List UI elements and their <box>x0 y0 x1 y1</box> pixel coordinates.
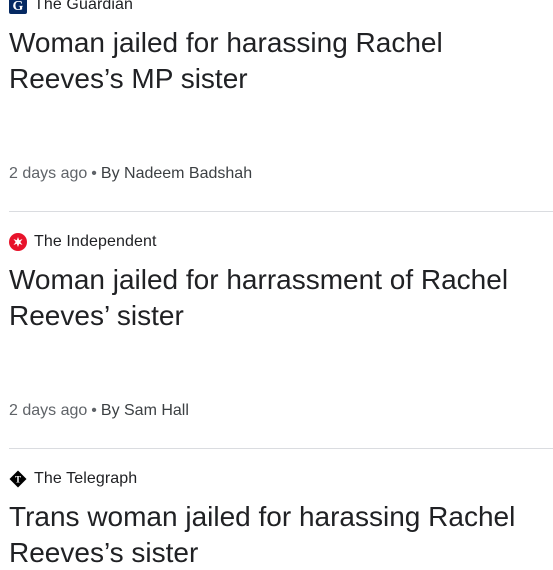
svg-text:G: G <box>13 0 24 14</box>
source-name[interactable]: The Guardian <box>34 0 133 14</box>
independent-eagle-logo-icon <box>9 233 27 251</box>
source-row: G The Guardian <box>9 0 553 17</box>
svg-text:T: T <box>15 475 21 485</box>
timestamp: 2 days ago <box>9 165 88 182</box>
article-card[interactable]: The Independent Woman jailed for harrass… <box>9 230 553 419</box>
headline-link[interactable]: Trans woman jailed for harassing Rachel … <box>9 499 539 570</box>
divider <box>9 211 553 212</box>
source-row: The Independent <box>9 230 553 254</box>
source-name[interactable]: The Independent <box>34 233 157 251</box>
headline-link[interactable]: Woman jailed for harassing Rachel Reeves… <box>9 25 539 97</box>
source-row: T The Telegraph <box>9 467 553 491</box>
divider <box>9 448 553 449</box>
guardian-logo-icon: G <box>9 0 27 14</box>
author-byline: By Sam Hall <box>100 402 189 419</box>
article-meta: 2 days ago • By Nadeem Badshah <box>9 165 252 183</box>
article-meta: 2 days ago • By Sam Hall <box>9 402 189 420</box>
meta-separator: • <box>91 165 97 182</box>
article-card[interactable]: G The Guardian Woman jailed for harassin… <box>9 0 553 182</box>
timestamp: 2 days ago <box>9 402 88 419</box>
author-byline: By Nadeem Badshah <box>100 165 253 182</box>
source-name[interactable]: The Telegraph <box>34 470 137 488</box>
headline-link[interactable]: Woman jailed for harrassment of Rachel R… <box>9 262 539 334</box>
news-feed: G The Guardian Woman jailed for harassin… <box>0 0 553 570</box>
article-card[interactable]: T The Telegraph Trans woman jailed for h… <box>9 467 553 570</box>
telegraph-logo-icon: T <box>9 470 27 488</box>
meta-separator: • <box>91 402 97 419</box>
